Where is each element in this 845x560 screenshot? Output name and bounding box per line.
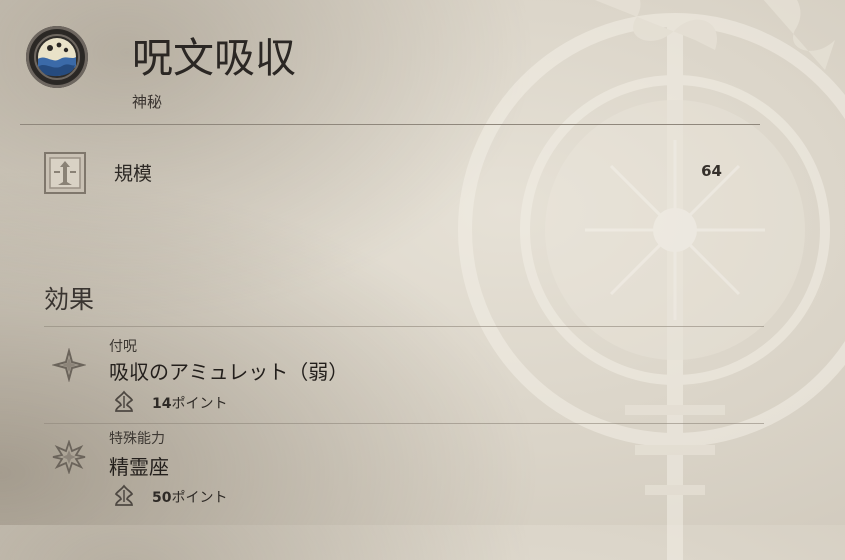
points-value: 14 [152, 396, 172, 412]
scale-stat-icon [44, 152, 86, 194]
points-unit: ポイント [171, 490, 228, 506]
effects-section-title: 効果 [44, 285, 95, 314]
effects-divider [44, 326, 764, 327]
star-burst-icon [52, 440, 86, 474]
mysticism-emblem-icon [26, 26, 88, 88]
effect-category: 特殊能力 [109, 431, 165, 447]
compass-star-icon [52, 348, 86, 382]
effect-category: 付呪 [109, 339, 137, 355]
page-title: 呪文吸収 [132, 34, 296, 82]
points-value: 50 [152, 490, 172, 506]
scale-label: 規模 [114, 163, 153, 185]
effect-name: 精霊座 [109, 455, 169, 479]
scale-value: 64 [701, 162, 722, 180]
points-icon [114, 390, 134, 412]
effect-item[interactable]: 付呪 吸収のアミュレット（弱） 14ポイント [44, 330, 744, 420]
points-icon [114, 484, 134, 506]
effect-name: 吸収のアミュレット（弱） [109, 360, 349, 384]
school-label: 神秘 [132, 93, 163, 111]
points-unit: ポイント [171, 396, 228, 412]
stat-row-scale: 規模 64 [44, 148, 734, 196]
effect-item[interactable]: 特殊能力 精霊座 50ポイント [44, 424, 744, 519]
header-divider [20, 124, 760, 125]
